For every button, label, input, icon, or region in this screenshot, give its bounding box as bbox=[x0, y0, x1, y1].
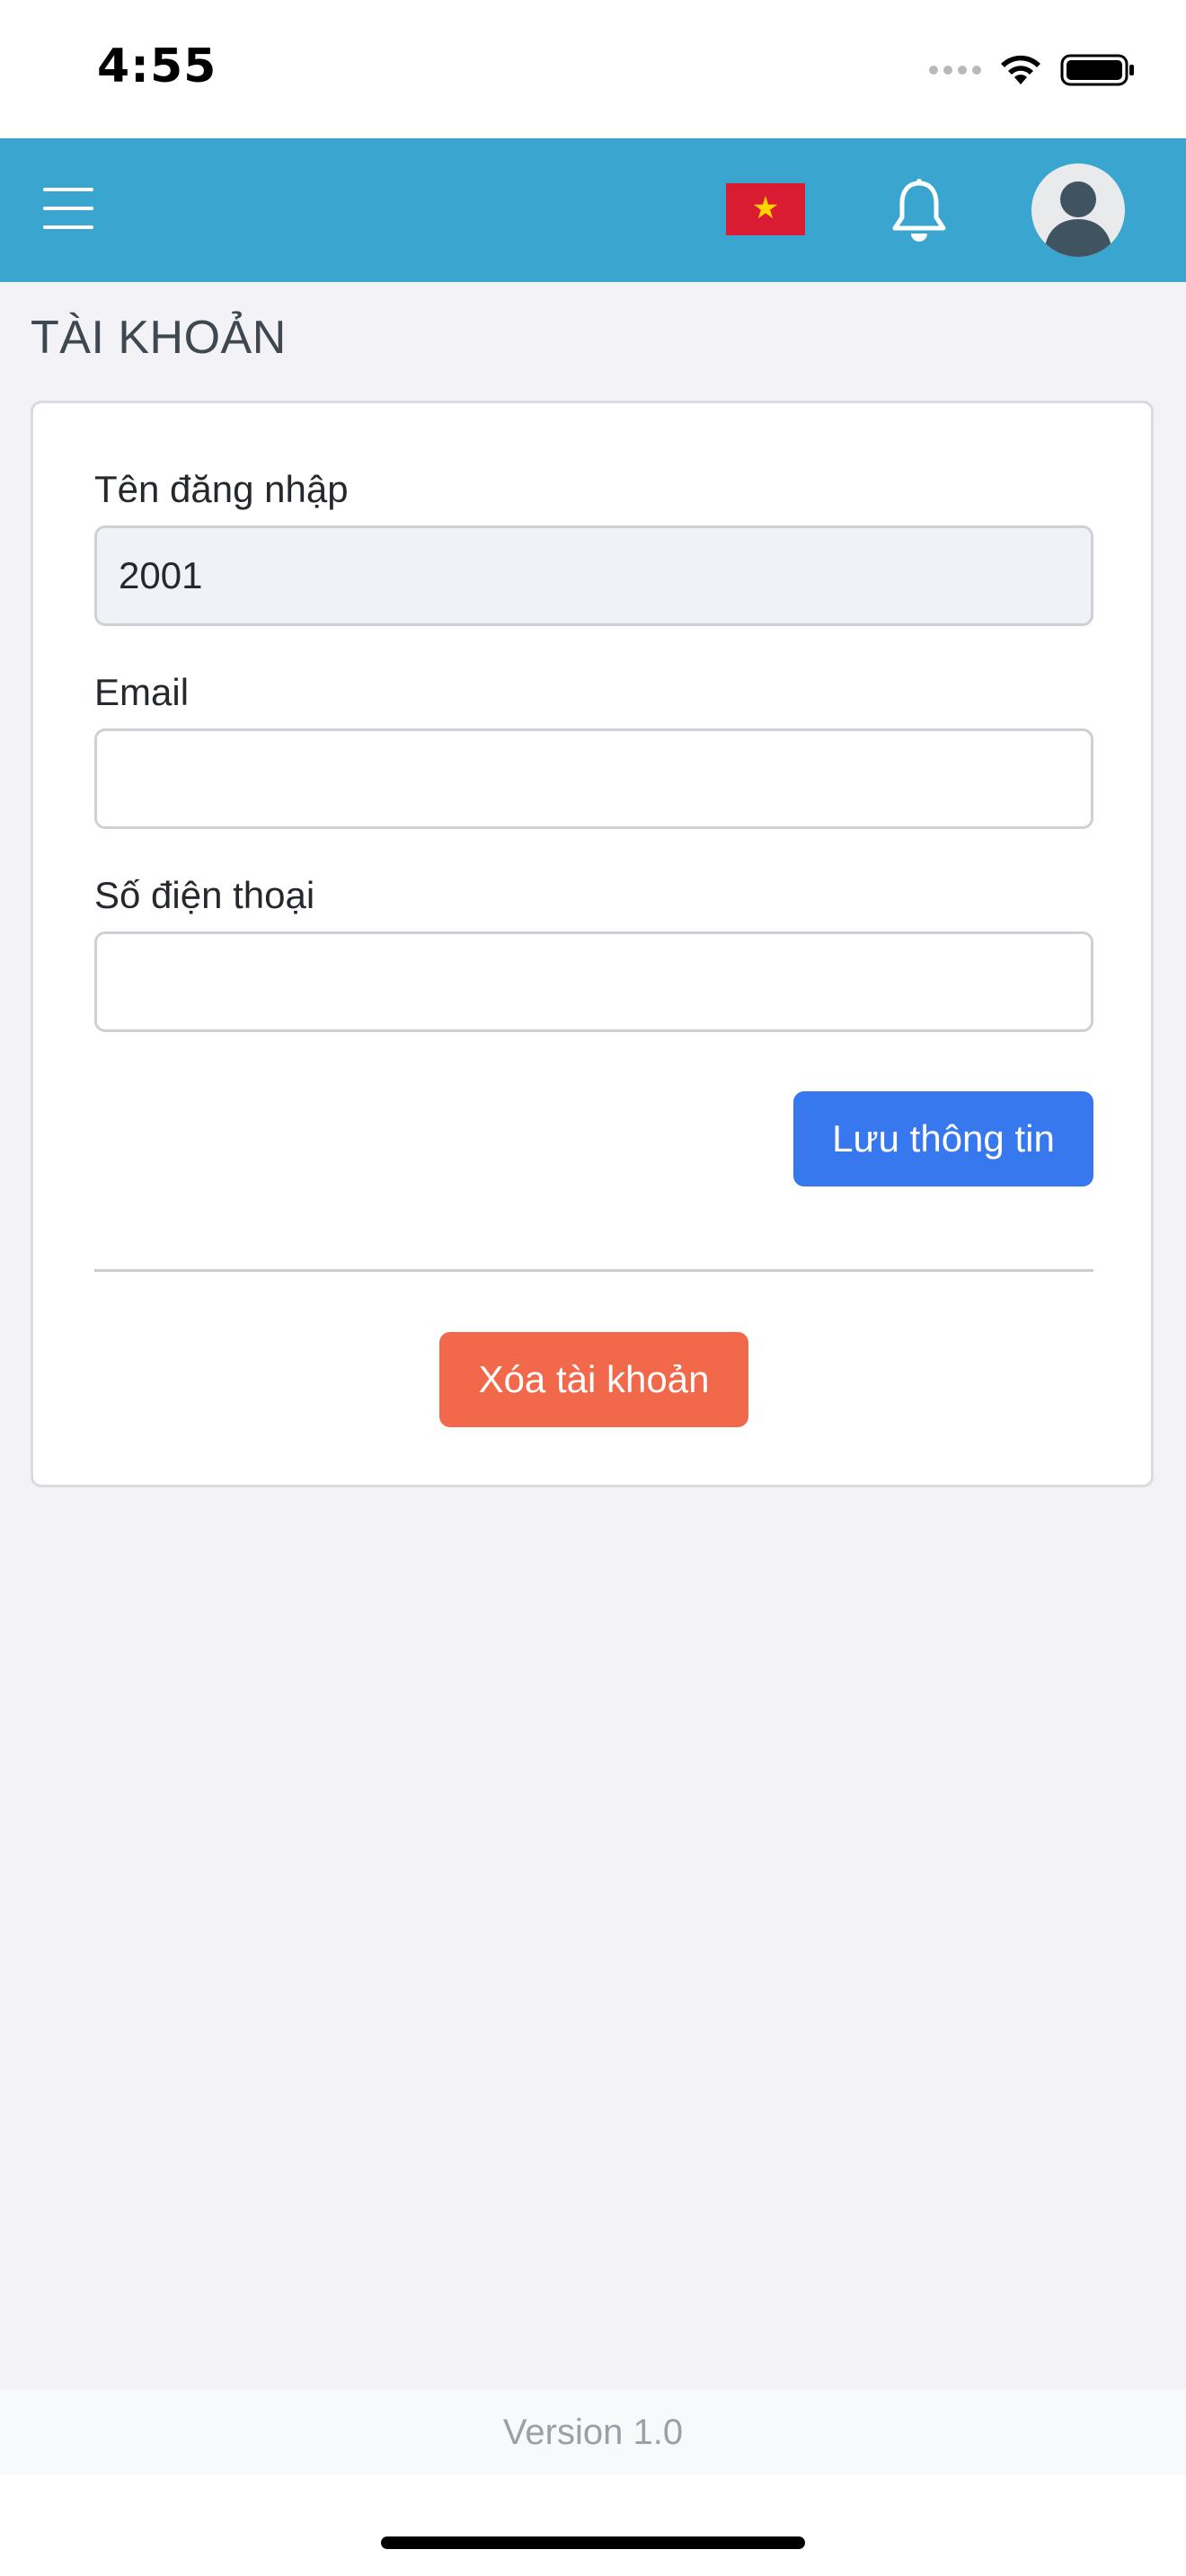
home-bar-area bbox=[0, 2475, 1186, 2576]
username-field[interactable] bbox=[94, 525, 1093, 626]
bell-icon[interactable] bbox=[890, 178, 949, 244]
user-avatar-icon[interactable] bbox=[1031, 163, 1125, 257]
divider bbox=[94, 1269, 1093, 1272]
home-indicator[interactable] bbox=[381, 2536, 805, 2549]
delete-account-button[interactable]: Xóa tài khoản bbox=[439, 1332, 748, 1427]
battery-icon bbox=[1060, 54, 1134, 86]
version-label: Version 1.0 bbox=[502, 2412, 684, 2452]
app-header bbox=[0, 138, 1186, 282]
email-label: Email bbox=[94, 671, 190, 713]
vietnam-flag-icon[interactable] bbox=[726, 183, 805, 235]
email-field[interactable] bbox=[94, 728, 1093, 829]
username-label: Tên đăng nhập bbox=[94, 468, 349, 510]
page-title: TÀI KHOẢN bbox=[31, 312, 287, 364]
footer: Version 1.0 bbox=[0, 2389, 1186, 2475]
account-card: Tên đăng nhập Email Số điện thoại Lưu th… bbox=[31, 401, 1154, 1487]
phone-field[interactable] bbox=[94, 931, 1093, 1032]
status-time: 4:55 bbox=[97, 40, 217, 93]
status-bar: 4:55 bbox=[0, 0, 1186, 138]
signal-dots-icon bbox=[929, 66, 981, 75]
phone-label: Số điện thoại bbox=[94, 874, 315, 916]
menu-icon[interactable] bbox=[43, 185, 93, 232]
save-button[interactable]: Lưu thông tin bbox=[793, 1091, 1093, 1187]
status-icons bbox=[929, 52, 1136, 88]
wifi-icon bbox=[1001, 55, 1040, 84]
